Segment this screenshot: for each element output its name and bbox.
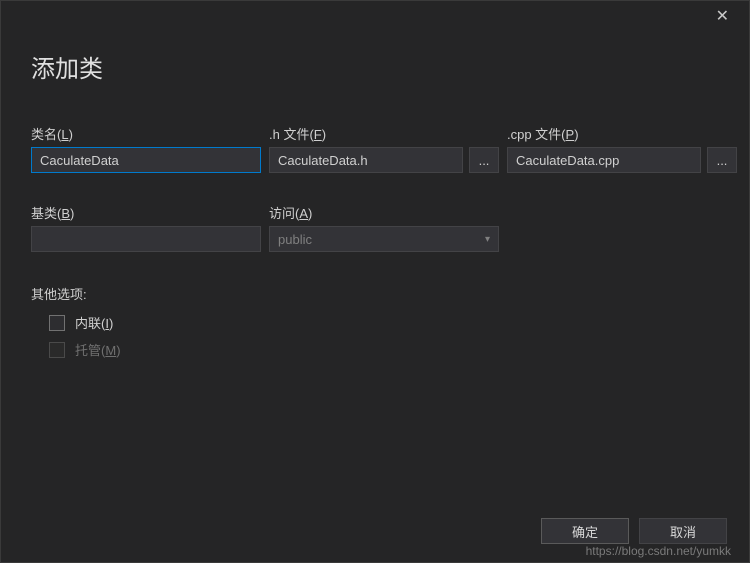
cppfile-input[interactable] bbox=[507, 147, 701, 173]
cppfile-label: .cpp 文件(P) bbox=[507, 124, 737, 143]
ok-button[interactable]: 确定 bbox=[541, 518, 629, 544]
managed-checkbox bbox=[49, 342, 65, 358]
hfile-label: .h 文件(F) bbox=[269, 124, 499, 143]
options-title: 其他选项: bbox=[31, 284, 719, 303]
access-combobox[interactable]: public ▾ bbox=[269, 226, 499, 252]
cppfile-browse-button[interactable]: ... bbox=[707, 147, 737, 173]
access-label: 访问(A) bbox=[269, 203, 499, 222]
classname-input[interactable] bbox=[31, 147, 261, 173]
baseclass-label: 基类(B) bbox=[31, 203, 261, 222]
hfile-browse-button[interactable]: ... bbox=[469, 147, 499, 173]
close-icon[interactable]: ✕ bbox=[708, 2, 737, 30]
chevron-down-icon: ▾ bbox=[485, 234, 490, 245]
cancel-button[interactable]: 取消 bbox=[639, 518, 727, 544]
inline-checkbox[interactable] bbox=[49, 315, 65, 331]
classname-label: 类名(L) bbox=[31, 124, 261, 143]
access-value: public bbox=[278, 232, 312, 247]
baseclass-input[interactable] bbox=[31, 226, 261, 252]
hfile-input[interactable] bbox=[269, 147, 463, 173]
managed-label: 托管(M) bbox=[75, 340, 121, 359]
dialog-title: 添加类 bbox=[31, 49, 719, 84]
watermark-text: https://blog.csdn.net/yumkk bbox=[586, 544, 731, 558]
inline-label: 内联(I) bbox=[75, 313, 113, 332]
